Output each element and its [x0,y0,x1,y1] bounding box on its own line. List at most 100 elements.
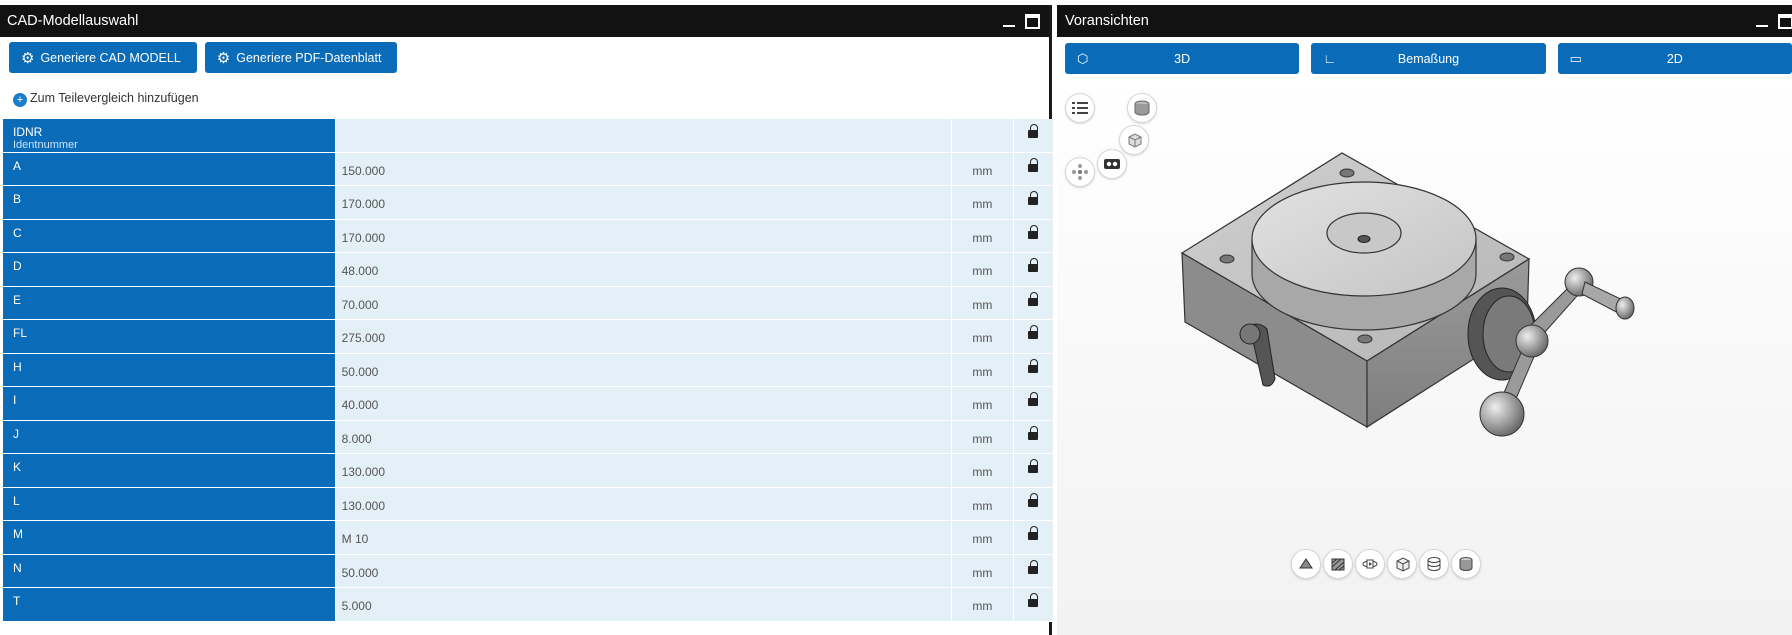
lock-icon[interactable] [1028,459,1039,475]
parameter-row[interactable]: H 50.000 mm [3,353,1053,387]
lock-icon[interactable] [1028,191,1039,207]
lock-icon[interactable] [1028,392,1039,408]
generate-pdf-label: Generiere PDF-Datenblatt [236,50,382,65]
minimize-icon[interactable] [1756,15,1768,27]
lock-icon-cell[interactable] [1012,119,1053,153]
lock-icon-cell[interactable] [1012,286,1053,320]
rotate-button[interactable] [1355,549,1385,579]
param-value[interactable]: 8.000 [334,420,951,454]
param-unit: mm [950,554,1013,588]
cube-icon: ⬡ [1077,50,1089,66]
parameter-row[interactable]: C 170.000 mm [3,219,1053,253]
lock-icon-cell[interactable] [1012,387,1053,421]
parameter-row[interactable]: D 48.000 mm [3,253,1053,287]
lock-icon-cell[interactable] [1012,521,1053,555]
lock-icon[interactable] [1028,492,1039,509]
material-view-button[interactable] [1451,549,1481,579]
perspective-button[interactable] [1387,549,1417,579]
lock-icon[interactable] [1028,593,1039,609]
lock-icon[interactable] [1028,325,1039,341]
param-value[interactable] [334,119,951,153]
add-to-compare-link[interactable]: + Zum Teilevergleich hinzufügen [0,77,1049,119]
param-name: D [3,253,335,287]
lock-icon-cell[interactable] [1012,554,1053,588]
param-name-label: C [13,225,22,240]
parameter-row[interactable]: B 170.000 mm [3,186,1053,220]
parameter-row[interactable]: T 5.000 mm [3,588,1053,622]
param-name-label: H [13,359,22,374]
param-name-label: E [13,292,22,307]
3d-viewport[interactable] [1057,79,1792,635]
param-name-label: T [13,594,21,608]
tab-3d[interactable]: ⬡ 3D [1065,43,1300,74]
maximize-icon[interactable] [1778,13,1792,29]
parameter-row[interactable]: FL 275.000 mm [3,320,1053,354]
param-value[interactable]: 130.000 [334,454,951,488]
lock-icon-cell[interactable] [1012,152,1053,186]
param-value[interactable]: 50.000 [334,554,951,588]
param-value[interactable]: 40.000 [334,387,951,421]
param-name: I [3,387,335,421]
parameter-row[interactable]: N 50.000 mm [3,554,1053,588]
param-name: FL [3,320,335,354]
lock-icon[interactable] [1028,157,1039,174]
param-name-label: B [13,192,22,206]
parameter-row[interactable]: E 70.000 mm [3,286,1053,320]
param-value[interactable]: 130.000 [334,487,951,521]
wireframe-button[interactable] [1323,549,1353,579]
parameter-row[interactable]: M M 10 mm [3,521,1053,555]
lock-icon[interactable] [1028,526,1039,542]
parameter-row[interactable]: IDNR Identnummer [3,119,1053,153]
compare-link-label: Zum Teilevergleich hinzufügen [30,91,199,105]
lock-icon-cell[interactable] [1012,253,1053,287]
lock-icon[interactable] [1028,358,1039,375]
rotate-play-icon [1362,559,1378,569]
param-unit: mm [950,454,1013,488]
parameter-row[interactable]: K 130.000 mm [3,454,1053,488]
maximize-icon[interactable] [1025,13,1040,29]
lock-icon-cell[interactable] [1012,320,1053,354]
lock-icon-cell[interactable] [1012,588,1053,622]
render-mode-button[interactable] [1291,549,1321,579]
param-name-label: A [13,158,22,173]
cylinder-outline-icon [1427,557,1441,571]
tab-2d[interactable]: ▭ 2D [1557,43,1792,74]
parameter-row[interactable]: L 130.000 mm [3,487,1053,521]
param-value[interactable]: 275.000 [334,320,951,354]
cad-model-panel-header: CAD-Modellauswahl [0,5,1049,37]
lock-icon-cell[interactable] [1012,186,1053,220]
lock-icon-cell[interactable] [1012,454,1053,488]
parameter-table: IDNR Identnummer A 150.000 mm B 170.000 mm C 170.… [3,119,1053,622]
lock-icon-cell[interactable] [1012,219,1053,253]
lock-icon[interactable] [1028,425,1039,442]
lock-icon-cell[interactable] [1012,487,1053,521]
param-name-label: K [13,460,22,474]
lock-icon[interactable] [1028,291,1039,308]
panel-title: Voransichten [1065,13,1149,29]
parameter-row[interactable]: A 150.000 mm [3,152,1053,186]
generate-cad-button[interactable]: ⚙ Generiere CAD MODELL [9,42,197,73]
lock-icon[interactable] [1028,224,1039,241]
lock-icon[interactable] [1028,559,1039,576]
param-unit: mm [950,588,1013,622]
param-value[interactable]: 5.000 [334,588,951,622]
lock-icon[interactable] [1028,124,1039,140]
param-value[interactable]: 170.000 [334,186,951,220]
parameter-row[interactable]: I 40.000 mm [3,387,1053,421]
parameter-row[interactable]: J 8.000 mm [3,420,1053,454]
tab-label: 2D [1666,51,1683,66]
param-name-label: M [13,527,23,541]
param-value[interactable]: M 10 [334,521,951,555]
param-value[interactable]: 150.000 [334,152,951,186]
param-value[interactable]: 50.000 [334,353,951,387]
minimize-icon[interactable] [1003,15,1015,27]
section-button[interactable] [1419,549,1449,579]
param-value[interactable]: 70.000 [334,286,951,320]
lock-icon-cell[interactable] [1012,420,1053,454]
generate-pdf-button[interactable]: ⚙ Generiere PDF-Datenblatt [204,42,398,73]
param-value[interactable]: 48.000 [334,253,951,287]
param-value[interactable]: 170.000 [334,219,951,253]
lock-icon-cell[interactable] [1012,353,1053,387]
tab-dimension[interactable]: ∟ Bemaßung [1311,43,1546,74]
lock-icon[interactable] [1028,258,1039,274]
